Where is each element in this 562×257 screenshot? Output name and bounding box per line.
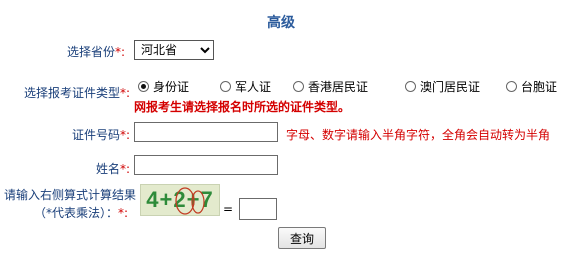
required-mark: *: [118,206,129,220]
cert-number-label-text: 证件号码 [71,128,120,142]
cert-type-option-label: 台胞证 [521,80,558,94]
page-title: 高级 [267,15,295,31]
captcha-noise-icon [175,187,205,215]
cert-type-option-macau[interactable]: 澳门居民证 [405,78,480,95]
cert-number-input[interactable] [134,122,278,142]
radio-unchecked-icon[interactable] [405,81,416,92]
radio-unchecked-icon[interactable] [293,81,304,92]
cert-type-option-label: 香港居民证 [308,80,369,94]
radio-checked-icon[interactable] [138,81,149,92]
cert-type-option-label: 澳门居民证 [420,80,481,94]
required-mark: *: [114,45,125,59]
cert-number-hint: 字母、数字请输入半角字符，全角会自动转为半角 [286,128,551,142]
required-mark: *: [119,162,130,176]
name-input[interactable] [134,155,278,175]
cert-type-label: 选择报考证件类型*: [24,84,130,101]
captcha-answer-input[interactable] [239,198,277,220]
captcha-label-text: （*代表乘法）： [34,206,119,220]
query-button[interactable]: 查询 [278,227,326,249]
province-label-text: 选择省份 [66,45,115,59]
cert-type-option-label: 军人证 [235,80,272,94]
cert-number-label: 证件号码*: [72,126,130,143]
cert-type-option-id-card[interactable]: 身份证 [138,78,189,95]
name-label: 姓名*: [96,160,130,177]
radio-unchecked-icon[interactable] [220,81,231,92]
cert-type-option-military[interactable]: 军人证 [220,78,271,95]
required-mark: *: [119,128,130,142]
captcha-equals: = [223,202,234,216]
radio-unchecked-icon[interactable] [506,81,517,92]
province-select[interactable]: 河北省 [134,40,214,60]
cert-type-label-text: 选择报考证件类型 [23,86,120,100]
cert-type-option-hongkong[interactable]: 香港居民证 [293,78,368,95]
name-label-text: 姓名 [95,162,120,176]
captcha-label-line2: （*代表乘法）：*: [34,204,128,221]
cert-type-option-label: 身份证 [153,80,190,94]
required-mark: *: [119,86,130,100]
province-label: 选择省份*: [67,43,125,60]
cert-type-warning: 网报考生请选择报名时所选的证件类型。 [134,100,351,114]
captcha-label-line1: 请输入右侧算式计算结果 [4,188,137,202]
cert-type-option-taiwan[interactable]: 台胞证 [506,78,557,95]
captcha-image[interactable]: 4+2+7 [140,184,220,216]
